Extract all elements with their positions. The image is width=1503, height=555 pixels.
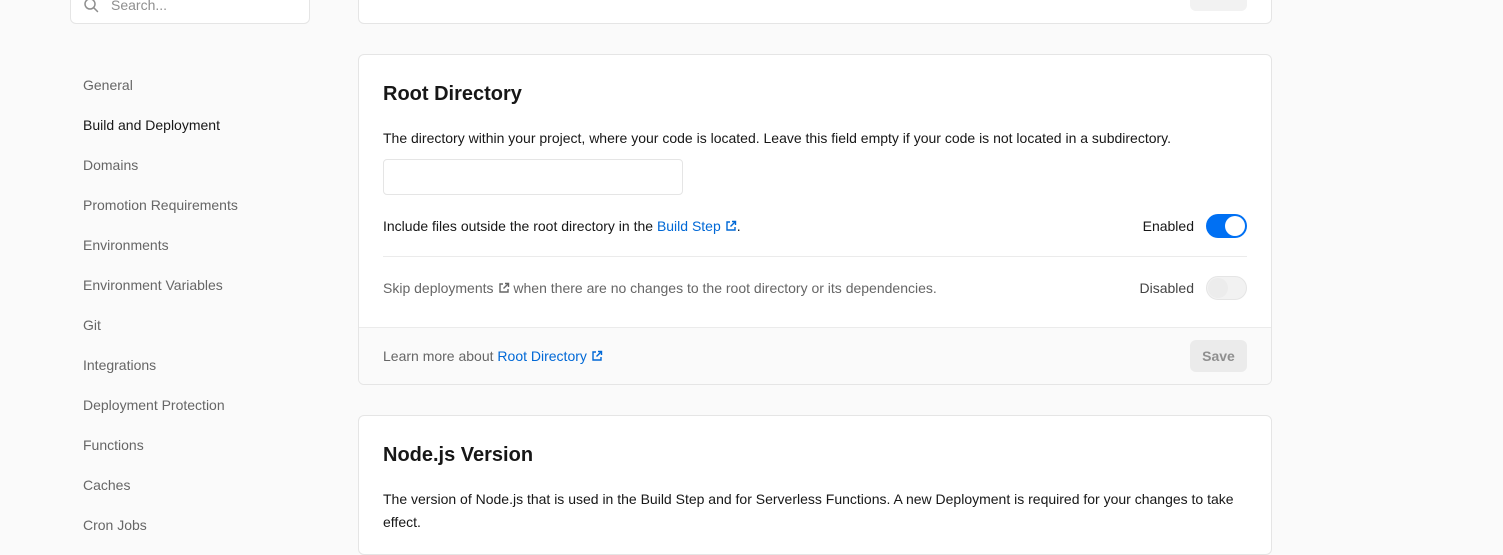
skip-deployments-toggle[interactable] — [1206, 276, 1247, 300]
sidebar-item-functions[interactable]: Functions — [70, 425, 320, 465]
divider — [383, 256, 1247, 257]
root-directory-card: Root Directory The directory within your… — [358, 54, 1272, 385]
external-link-icon — [725, 219, 737, 235]
sidebar-item-deployment-protection[interactable]: Deployment Protection — [70, 385, 320, 425]
include-files-prefix: Include files outside the root directory… — [383, 217, 654, 234]
include-files-toggle[interactable] — [1206, 214, 1247, 238]
card-description: The directory within your project, where… — [383, 130, 1172, 146]
card-title: Node.js Version — [383, 444, 534, 466]
external-link-icon — [591, 349, 603, 365]
sidebar-item-cron-jobs[interactable]: Cron Jobs — [70, 505, 320, 545]
include-files-status: Enabled — [1142, 218, 1194, 234]
skip-deployments-status: Disabled — [1139, 280, 1194, 296]
previous-settings-card — [358, 0, 1272, 24]
sidebar-item-integrations[interactable]: Integrations — [70, 345, 320, 385]
card-title: Root Directory — [383, 83, 522, 105]
skip-deployments-toggle-group: Disabled — [1140, 276, 1247, 300]
search-input[interactable] — [111, 0, 291, 13]
card-description: The version of Node.js that is used in t… — [383, 491, 1234, 530]
external-link-icon — [498, 281, 510, 297]
include-files-suffix: . — [736, 217, 741, 234]
learn-more-text: Learn more about Root Directory — [383, 348, 603, 365]
root-directory-docs-link-label: Root Directory — [497, 347, 587, 364]
search-box[interactable] — [70, 0, 310, 24]
sidebar-item-git[interactable]: Git — [70, 305, 320, 345]
sidebar-item-environment-variables[interactable]: Environment Variables — [70, 265, 320, 305]
skip-deployments-link-label: Skip deployments — [383, 279, 494, 296]
sidebar-item-environments[interactable]: Environments — [70, 225, 320, 265]
card-footer: Learn more about Root Directory Save — [359, 327, 1271, 384]
skip-deployments-suffix: when there are no changes to the root di… — [513, 279, 937, 296]
skip-deployments-text: Skip deployments when there are no chang… — [383, 280, 937, 297]
include-files-text: Include files outside the root directory… — [383, 218, 741, 235]
skip-deployments-link[interactable]: Skip deployments — [383, 280, 510, 296]
skip-deployments-row: Skip deployments when there are no chang… — [383, 273, 1247, 303]
toggle-knob — [1225, 216, 1245, 236]
learn-more-prefix: Learn more about — [383, 347, 494, 364]
root-directory-input[interactable] — [383, 159, 683, 195]
search-icon — [71, 0, 111, 13]
sidebar-item-domains[interactable]: Domains — [70, 145, 320, 185]
sidebar-item-build-and-deployment[interactable]: Build and Deployment — [70, 105, 320, 145]
previous-card-save-button[interactable] — [1190, 0, 1247, 11]
sidebar-item-promotion-requirements[interactable]: Promotion Requirements — [70, 185, 320, 225]
nodejs-version-card: Node.js Version The version of Node.js t… — [358, 415, 1272, 555]
toggle-knob — [1208, 278, 1228, 298]
root-directory-docs-link[interactable]: Root Directory — [497, 347, 603, 365]
build-step-link[interactable]: Build Step — [657, 218, 737, 234]
build-step-link-label: Build Step — [656, 217, 721, 234]
sidebar-item-general[interactable]: General — [70, 65, 320, 105]
include-files-row: Include files outside the root directory… — [383, 211, 1247, 241]
settings-sidebar: General Build and Deployment Domains Pro… — [70, 65, 320, 545]
save-button[interactable]: Save — [1190, 340, 1247, 372]
sidebar-item-caches[interactable]: Caches — [70, 465, 320, 505]
include-files-toggle-group: Enabled — [1143, 214, 1247, 238]
